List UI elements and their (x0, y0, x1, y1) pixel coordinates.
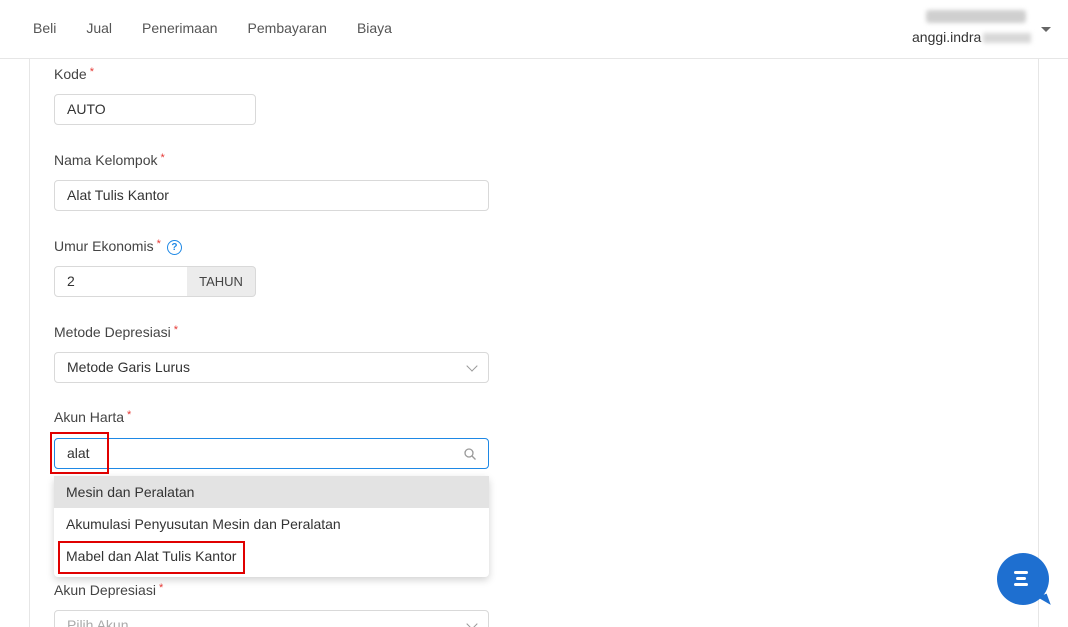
chat-button[interactable] (997, 553, 1051, 609)
chevron-down-icon (466, 360, 478, 372)
umur-ekonomis-input[interactable]: 2 (54, 266, 188, 297)
akun-depresiasi-placeholder: Pilih Akun (67, 617, 129, 627)
user-email: anggi.indra (912, 29, 982, 45)
main-nav: Beli Jual Penerimaan Pembayaran Biaya (33, 20, 422, 36)
nama-kelompok-input[interactable]: Alat Tulis Kantor (54, 180, 489, 211)
search-icon (464, 448, 476, 460)
akun-depresiasi-label: Akun Depresiasi * (54, 582, 164, 598)
akun-harta-search-input[interactable]: alat (54, 438, 489, 469)
nav-item-pembayaran[interactable]: Pembayaran (248, 20, 327, 36)
nav-item-jual[interactable]: Jual (86, 20, 112, 36)
search-text-highlight (50, 432, 109, 474)
user-menu[interactable]: anggi.indra (912, 10, 1032, 45)
chat-icon (1014, 571, 1028, 589)
metode-depresiasi-label: Metode Depresiasi * (54, 324, 179, 340)
umur-ekonomis-label: Umur Ekonomis *? (54, 238, 182, 255)
option-mesin-dan-peralatan[interactable]: Mesin dan Peralatan (54, 476, 489, 508)
top-navbar: Beli Jual Penerimaan Pembayaran Biaya an… (0, 0, 1068, 59)
option-akumulasi-penyusutan[interactable]: Akumulasi Penyusutan Mesin dan Peralatan (54, 508, 489, 540)
nav-item-penerimaan[interactable]: Penerimaan (142, 20, 218, 36)
kode-label: Kode * (54, 66, 94, 82)
chevron-down-icon (466, 618, 478, 627)
caret-down-icon[interactable] (1041, 27, 1051, 32)
kode-input[interactable]: AUTO (54, 94, 256, 125)
umur-unit-addon: TAHUN (187, 266, 256, 297)
option-highlight (58, 541, 245, 574)
nav-item-biaya[interactable]: Biaya (357, 20, 392, 36)
email-blurred (983, 33, 1032, 44)
akun-harta-label: Akun Harta * (54, 409, 132, 425)
nav-item-beli[interactable]: Beli (33, 20, 56, 36)
help-icon[interactable]: ? (166, 239, 182, 255)
metode-depresiasi-value: Metode Garis Lurus (67, 359, 190, 375)
company-name-blurred (926, 10, 1026, 23)
akun-depresiasi-select[interactable]: Pilih Akun (54, 610, 489, 627)
metode-depresiasi-select[interactable]: Metode Garis Lurus (54, 352, 489, 383)
nama-kelompok-label: Nama Kelompok * (54, 152, 165, 168)
chat-tail (1037, 593, 1051, 609)
